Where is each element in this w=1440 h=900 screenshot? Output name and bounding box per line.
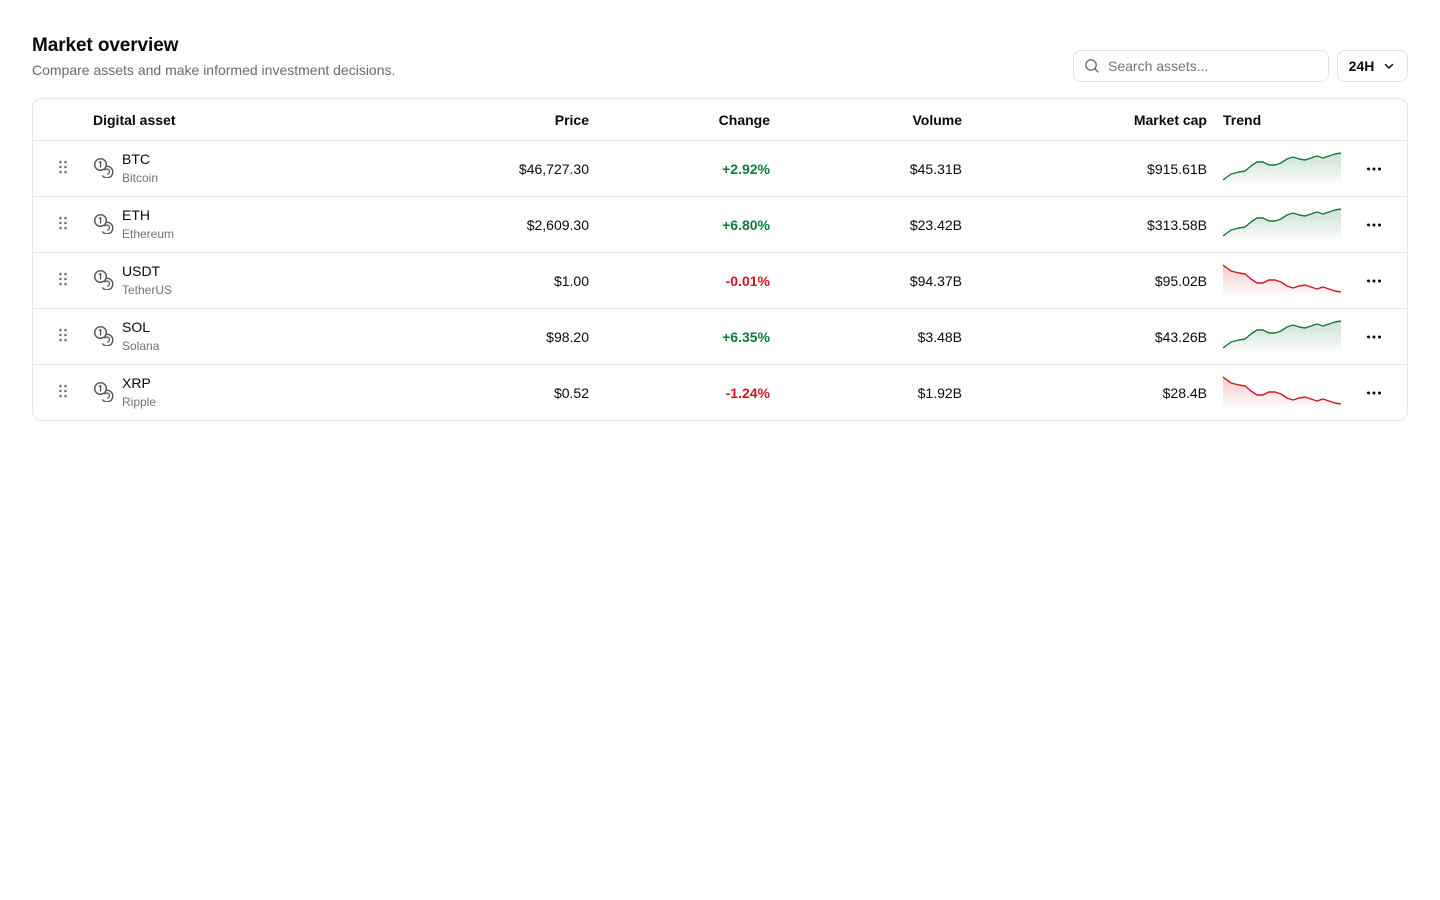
column-header-trend: Trend <box>1223 111 1262 128</box>
page-header: Market overview Compare assets and make … <box>32 34 1408 90</box>
sparkline-area <box>1223 377 1341 406</box>
change-cell: +2.92% <box>722 160 770 177</box>
table-row[interactable]: BTC Bitcoin $46,727.30 +2.92% $45.31B $9… <box>33 140 1407 196</box>
column-header-change[interactable]: Change <box>589 112 770 128</box>
trend-sparkline <box>1222 152 1342 182</box>
actions-cell <box>1340 325 1407 349</box>
search-icon <box>1085 59 1099 73</box>
asset-cell: XRP Ripple <box>93 375 333 410</box>
page: Market overview Compare assets and make … <box>0 0 1440 900</box>
more-horizontal-icon[interactable] <box>1362 269 1386 293</box>
asset-symbol: SOL <box>122 319 151 335</box>
market-cap-cell: $43.26B <box>1154 328 1207 345</box>
column-header-market-cap[interactable]: Market cap <box>962 112 1207 128</box>
more-horizontal-icon[interactable] <box>1362 157 1386 181</box>
actions-cell <box>1340 269 1407 293</box>
asset-name: Bitcoin <box>122 171 159 185</box>
trend-cell <box>1222 320 1342 353</box>
asset-cell: BTC Bitcoin <box>93 151 333 186</box>
grip-vertical-icon[interactable] <box>58 160 68 177</box>
volume-cell: $45.31B <box>909 160 962 177</box>
change-cell: -0.01% <box>725 272 770 289</box>
price-cell: $1.00 <box>553 272 589 289</box>
trend-cell <box>1222 208 1342 241</box>
coins-icon <box>93 213 114 237</box>
coins-icon <box>93 157 114 181</box>
time-range-select[interactable]: 24H <box>1337 50 1408 82</box>
asset-name: Ethereum <box>122 227 175 241</box>
drag-cell <box>33 216 93 233</box>
asset-name: TetherUS <box>122 283 173 297</box>
column-header-asset[interactable]: Digital asset <box>93 112 333 128</box>
grip-vertical-icon[interactable] <box>58 272 68 289</box>
trend-sparkline <box>1222 376 1342 406</box>
actions-cell <box>1340 213 1407 237</box>
change-cell: -1.24% <box>725 384 770 401</box>
trend-sparkline <box>1222 320 1342 350</box>
price-cell: $98.20 <box>546 328 589 345</box>
trend-cell <box>1222 264 1342 297</box>
column-header-price[interactable]: Price <box>333 112 589 128</box>
time-range-value: 24H <box>1348 58 1375 74</box>
asset-symbol: BTC <box>122 151 150 167</box>
grip-vertical-icon[interactable] <box>58 384 68 401</box>
market-cap-cell: $915.61B <box>1147 160 1207 177</box>
search-input[interactable] <box>1108 58 1318 74</box>
trend-cell <box>1222 152 1342 185</box>
coins-icon <box>93 269 114 293</box>
change-cell: +6.35% <box>722 328 770 345</box>
actions-cell <box>1340 157 1407 181</box>
drag-cell <box>33 328 93 345</box>
market-cap-cell: $313.58B <box>1147 216 1207 233</box>
asset-name: Solana <box>122 339 160 353</box>
asset-cell: SOL Solana <box>93 319 333 354</box>
trend-sparkline <box>1222 264 1342 294</box>
assets-table: Digital asset Price Change Volume Market… <box>32 98 1408 421</box>
asset-cell: ETH Ethereum <box>93 207 333 242</box>
table-controls: 24H <box>1073 50 1408 82</box>
table-row[interactable]: XRP Ripple $0.52 -1.24% $1.92B $28.4B <box>33 364 1407 420</box>
price-cell: $46,727.30 <box>518 160 589 177</box>
coins-icon <box>93 325 114 349</box>
table-row[interactable]: SOL Solana $98.20 +6.35% $3.48B $43.26B <box>33 308 1407 364</box>
drag-cell <box>33 272 93 289</box>
drag-cell <box>33 384 93 401</box>
asset-symbol: ETH <box>122 207 150 223</box>
volume-cell: $94.37B <box>909 272 962 289</box>
more-horizontal-icon[interactable] <box>1362 325 1386 349</box>
market-cap-cell: $95.02B <box>1154 272 1207 289</box>
trend-sparkline <box>1222 208 1342 238</box>
asset-symbol: XRP <box>122 375 151 391</box>
column-header-volume[interactable]: Volume <box>770 112 962 128</box>
chevron-down-icon <box>1385 63 1394 69</box>
more-horizontal-icon[interactable] <box>1362 381 1386 405</box>
change-cell: +6.80% <box>722 216 770 233</box>
table-row[interactable]: ETH Ethereum $2,609.30 +6.80% $23.42B $3… <box>33 196 1407 252</box>
trend-cell <box>1222 376 1342 409</box>
coins-icon <box>93 381 114 405</box>
drag-cell <box>33 160 93 177</box>
volume-cell: $1.92B <box>917 384 962 401</box>
price-cell: $0.52 <box>553 384 589 401</box>
asset-symbol: USDT <box>122 263 161 279</box>
search-box[interactable] <box>1073 50 1329 82</box>
price-cell: $2,609.30 <box>526 216 589 233</box>
grip-vertical-icon[interactable] <box>58 216 68 233</box>
sparkline-area <box>1223 265 1341 294</box>
volume-cell: $23.42B <box>909 216 962 233</box>
more-horizontal-icon[interactable] <box>1362 213 1386 237</box>
asset-name: Ripple <box>122 395 157 409</box>
asset-cell: USDT TetherUS <box>93 263 333 298</box>
table-body: BTC Bitcoin $46,727.30 +2.92% $45.31B $9… <box>33 140 1407 420</box>
table-row[interactable]: USDT TetherUS $1.00 -0.01% $94.37B $95.0… <box>33 252 1407 308</box>
table-header-row: Digital asset Price Change Volume Market… <box>33 99 1407 140</box>
actions-cell <box>1340 381 1407 405</box>
market-cap-cell: $28.4B <box>1162 384 1207 401</box>
volume-cell: $3.48B <box>917 328 962 345</box>
grip-vertical-icon[interactable] <box>58 328 68 345</box>
